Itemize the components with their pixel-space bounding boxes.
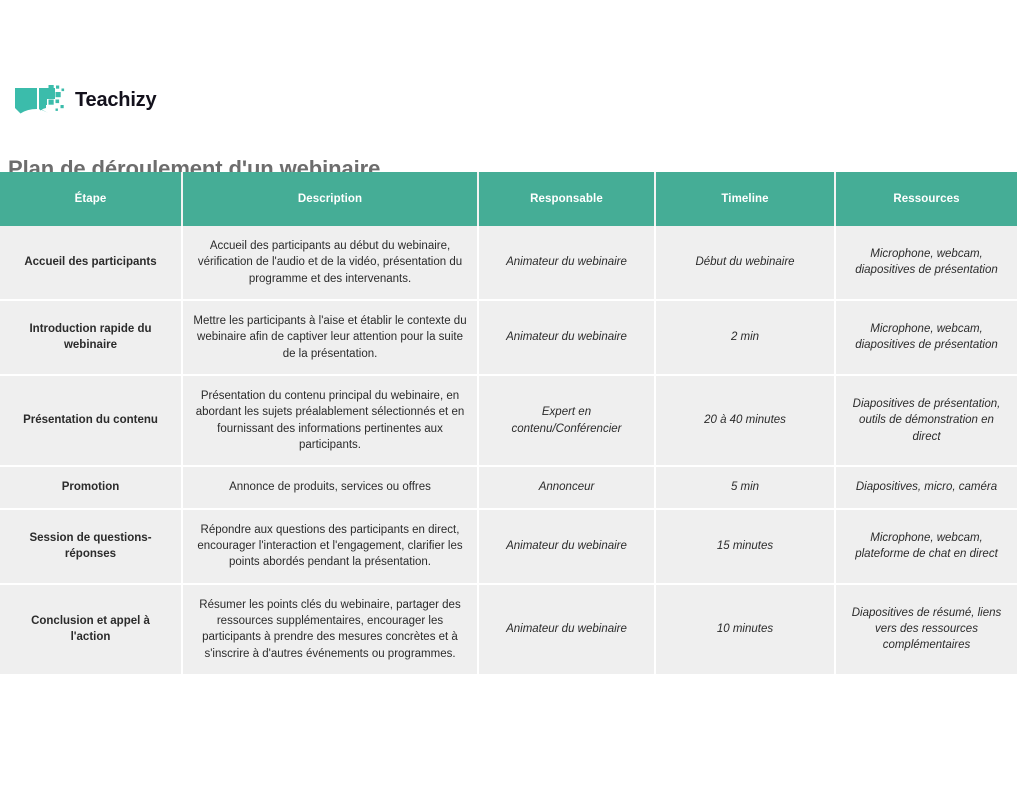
column-header-ressources: Ressources xyxy=(835,172,1017,226)
cell-etape: Accueil des participants xyxy=(0,226,183,301)
plan-table: Étape Description Responsable Timeline R… xyxy=(0,172,1017,674)
cell-description: Mettre les participants à l'aise et étab… xyxy=(182,299,479,376)
cell-responsable: Annonceur xyxy=(478,466,656,510)
cell-etape: Session de questions-réponses xyxy=(0,508,183,585)
table-row: Introduction rapide du webinaire Mettre … xyxy=(0,299,1017,376)
column-header-timeline: Timeline xyxy=(655,172,836,226)
cell-etape: Conclusion et appel à l'action xyxy=(0,583,183,674)
cell-responsable: Animateur du webinaire xyxy=(478,508,656,585)
plan-table-container: Étape Description Responsable Timeline R… xyxy=(0,172,1017,674)
cell-description: Accueil des participants au début du web… xyxy=(182,226,479,301)
table-row: Accueil des participants Accueil des par… xyxy=(0,226,1017,301)
cell-description: Annonce de produits, services ou offres xyxy=(182,466,479,510)
open-book-pixel-icon xyxy=(14,83,66,117)
document-page: Teachizy Plan de déroulement d'un webina… xyxy=(0,0,1024,797)
cell-ressources: Microphone, webcam, diapositives de prés… xyxy=(835,299,1017,376)
table-row: Présentation du contenu Présentation du … xyxy=(0,374,1017,468)
table-header-row: Étape Description Responsable Timeline R… xyxy=(0,172,1017,226)
table-row: Session de questions-réponses Répondre a… xyxy=(0,508,1017,585)
cell-ressources: Microphone, webcam, plateforme de chat e… xyxy=(835,508,1017,585)
cell-ressources: Diapositives de présentation, outils de … xyxy=(835,374,1017,468)
column-header-etape: Étape xyxy=(0,172,183,226)
cell-responsable: Animateur du webinaire xyxy=(478,226,656,301)
cell-timeline: 20 à 40 minutes xyxy=(655,374,836,468)
cell-timeline: 10 minutes xyxy=(655,583,836,674)
column-header-responsable: Responsable xyxy=(478,172,656,226)
cell-description: Présentation du contenu principal du web… xyxy=(182,374,479,468)
cell-ressources: Diapositives, micro, caméra xyxy=(835,466,1017,510)
cell-ressources: Diapositives de résumé, liens vers des r… xyxy=(835,583,1017,674)
cell-responsable: Animateur du webinaire xyxy=(478,299,656,376)
column-header-description: Description xyxy=(182,172,479,226)
table-row: Conclusion et appel à l'action Résumer l… xyxy=(0,583,1017,674)
cell-responsable: Animateur du webinaire xyxy=(478,583,656,674)
cell-etape: Promotion xyxy=(0,466,183,510)
cell-etape: Introduction rapide du webinaire xyxy=(0,299,183,376)
cell-description: Répondre aux questions des participants … xyxy=(182,508,479,585)
table-row: Promotion Annonce de produits, services … xyxy=(0,466,1017,510)
brand-name: Teachizy xyxy=(75,89,157,111)
cell-timeline: 5 min xyxy=(655,466,836,510)
table-body: Accueil des participants Accueil des par… xyxy=(0,226,1017,674)
cell-etape: Présentation du contenu xyxy=(0,374,183,468)
cell-timeline: 15 minutes xyxy=(655,508,836,585)
cell-timeline: Début du webinaire xyxy=(655,226,836,301)
brand-logo: Teachizy xyxy=(14,80,157,120)
cell-description: Résumer les points clés du webinaire, pa… xyxy=(182,583,479,674)
cell-responsable: Expert en contenu/Conférencier xyxy=(478,374,656,468)
table-header: Étape Description Responsable Timeline R… xyxy=(0,172,1017,226)
cell-timeline: 2 min xyxy=(655,299,836,376)
cell-ressources: Microphone, webcam, diapositives de prés… xyxy=(835,226,1017,301)
